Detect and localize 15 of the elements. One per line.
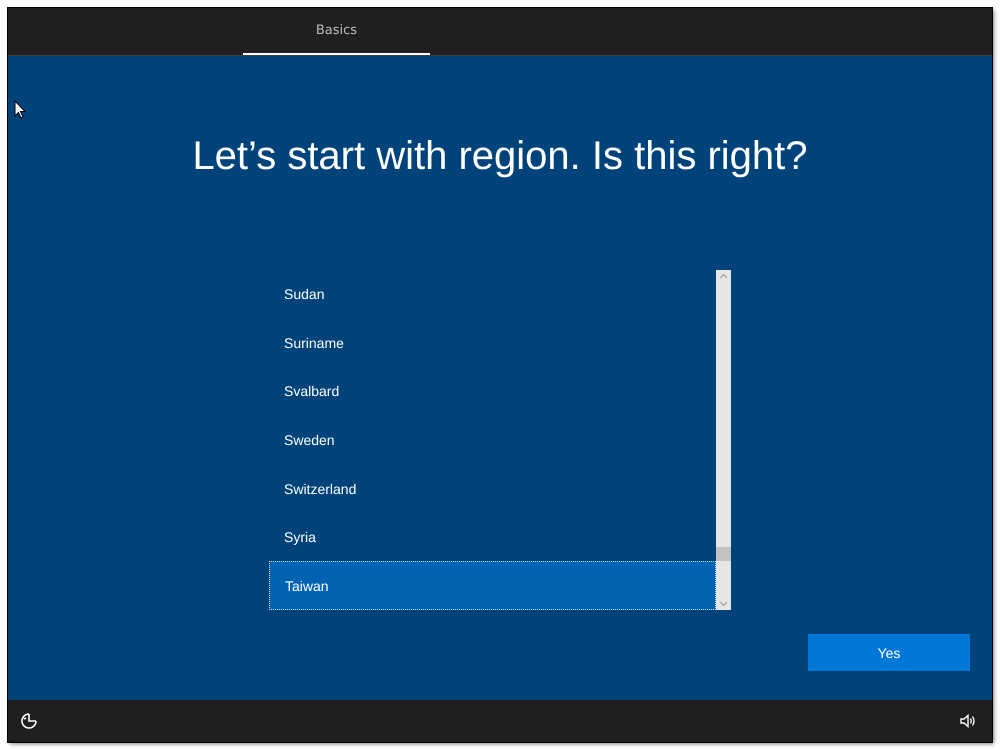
scroll-down-icon[interactable] xyxy=(719,601,728,607)
scroll-up-icon[interactable] xyxy=(719,273,728,279)
region-item[interactable]: Taiwan xyxy=(269,561,716,610)
region-item[interactable]: Sweden xyxy=(269,416,716,464)
region-item[interactable]: Sudan xyxy=(269,270,716,319)
region-item[interactable]: Syria xyxy=(269,512,716,562)
cursor-icon xyxy=(14,100,26,119)
scroll-thumb[interactable] xyxy=(716,547,731,561)
yes-button[interactable]: Yes xyxy=(808,634,970,671)
speaker-icon[interactable] xyxy=(960,714,976,728)
page-title: Let’s start with region. Is this right? xyxy=(192,133,808,180)
scrollbar[interactable] xyxy=(716,270,731,610)
region-item[interactable]: Suriname xyxy=(269,318,716,368)
region-item[interactable]: Switzerland xyxy=(269,464,716,513)
region-item[interactable]: Svalbard xyxy=(269,367,716,416)
